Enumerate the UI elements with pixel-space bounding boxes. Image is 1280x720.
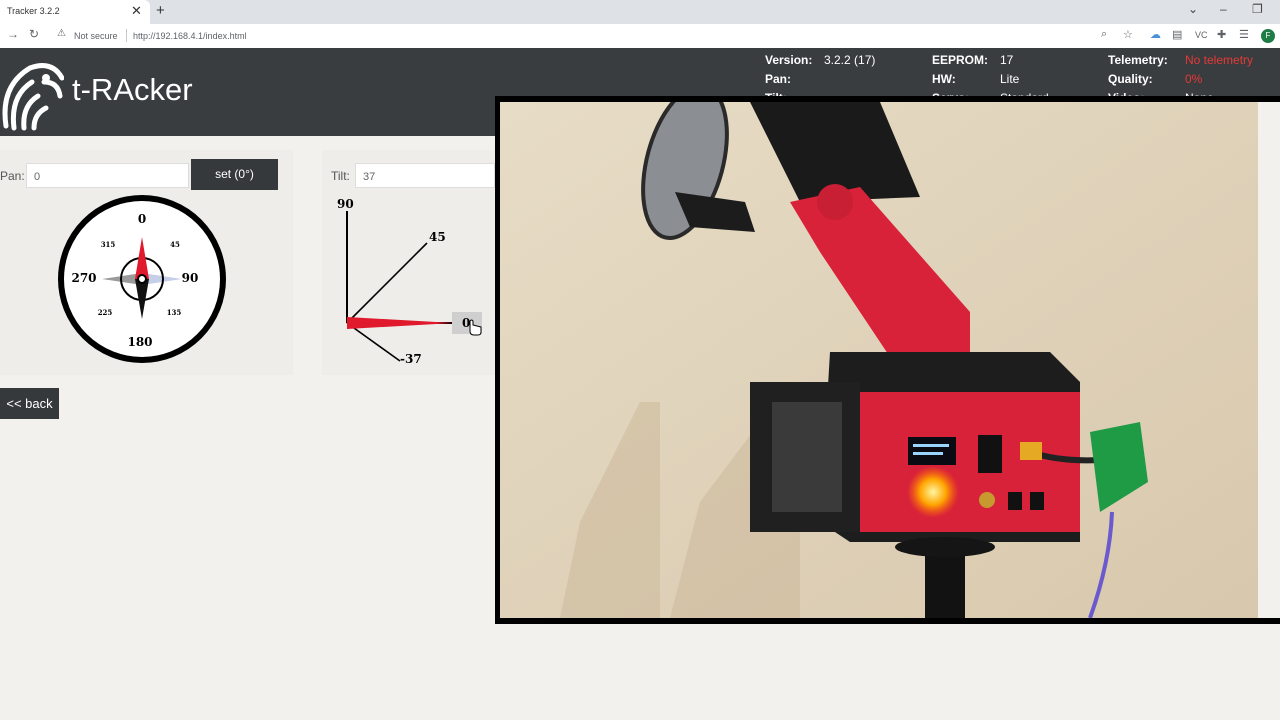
hw-value: Lite xyxy=(1000,72,1020,86)
back-button[interactable]: << back xyxy=(0,388,59,419)
compass-label-e: 90 xyxy=(182,271,199,285)
pan-label: Pan: xyxy=(0,169,25,183)
quality-label: Quality: xyxy=(1108,72,1153,86)
tilt-label: Tilt: xyxy=(331,169,350,183)
tilt-indicator xyxy=(347,317,454,329)
pan-compass[interactable]: 0 90 180 270 45 135 225 315 xyxy=(56,193,228,365)
close-tab-icon[interactable]: ✕ xyxy=(131,3,142,19)
tilt-mark-neg: -37 xyxy=(400,352,422,366)
not-secure-label[interactable]: Not secure xyxy=(74,31,118,41)
compass-label-se: 135 xyxy=(167,308,182,317)
warning-icon[interactable]: ⚠ xyxy=(57,28,66,39)
vc-extension-icon[interactable]: VC xyxy=(1195,30,1208,40)
browser-tab[interactable]: Tracker 3.2.2 ✕ xyxy=(0,0,150,24)
tilt-gauge[interactable]: 90 45 0 -37 xyxy=(330,193,495,373)
compass-label-sw: 225 xyxy=(98,308,113,317)
extensions-icon[interactable]: ✚ xyxy=(1217,28,1226,41)
telemetry-label: Telemetry: xyxy=(1108,53,1168,67)
new-tab-icon[interactable]: + xyxy=(156,2,165,19)
tilt-mark-0: 0 xyxy=(462,316,470,330)
browser-tab-bar xyxy=(0,0,1280,24)
bookmark-extension-icon[interactable]: ▤ xyxy=(1172,28,1182,41)
tilt-axis-45 xyxy=(346,242,428,324)
version-value: 3.2.2 (17) xyxy=(824,53,876,67)
tab-title: Tracker 3.2.2 xyxy=(7,6,60,16)
eeprom-value: 17 xyxy=(1000,53,1014,67)
pan-info-label: Pan: xyxy=(765,72,792,86)
zoom-icon[interactable]: ⌕ xyxy=(1101,28,1107,41)
minimize-icon[interactable]: – xyxy=(1220,2,1227,16)
pan-input[interactable]: 0 xyxy=(26,163,189,188)
cloud-extension-icon[interactable]: ☁ xyxy=(1150,28,1161,41)
back-arrow-icon[interactable]: → xyxy=(7,27,19,41)
tilt-axis-neg xyxy=(346,322,401,362)
video-margin xyxy=(1258,102,1280,618)
compass-label-w: 270 xyxy=(71,271,96,285)
url-divider xyxy=(126,29,127,42)
telemetry-value: No telemetry xyxy=(1185,53,1254,67)
eeprom-label: EEPROM: xyxy=(932,53,989,67)
video-scene xyxy=(500,102,1258,618)
reading-list-icon[interactable]: ☰ xyxy=(1239,28,1249,41)
compass-label-s: 180 xyxy=(127,335,152,349)
parrot-logo-icon xyxy=(2,63,64,131)
compass-label-nw: 315 xyxy=(101,240,116,249)
tilt-input[interactable]: 37 xyxy=(355,163,495,188)
address-bar[interactable]: http://192.168.4.1/index.html xyxy=(133,31,247,41)
star-icon[interactable]: ☆ xyxy=(1123,28,1133,41)
video-feed xyxy=(500,102,1258,618)
compass-label-n: 0 xyxy=(138,212,146,226)
tilt-mark-45: 45 xyxy=(429,230,446,244)
restore-icon[interactable]: ❐ xyxy=(1252,2,1263,16)
tab-search-icon[interactable]: ⌄ xyxy=(1188,2,1198,16)
app-title: t-RAcker xyxy=(72,72,193,107)
quality-value: 0% xyxy=(1185,72,1203,86)
hw-label: HW: xyxy=(932,72,956,86)
reload-icon[interactable]: ↻ xyxy=(29,27,39,41)
set-pan-button[interactable]: set (0°) xyxy=(191,159,278,190)
profile-avatar[interactable]: F xyxy=(1261,29,1275,43)
version-label: Version: xyxy=(765,53,813,67)
compass-label-ne: 45 xyxy=(170,240,180,249)
tilt-mark-90: 90 xyxy=(337,197,354,211)
